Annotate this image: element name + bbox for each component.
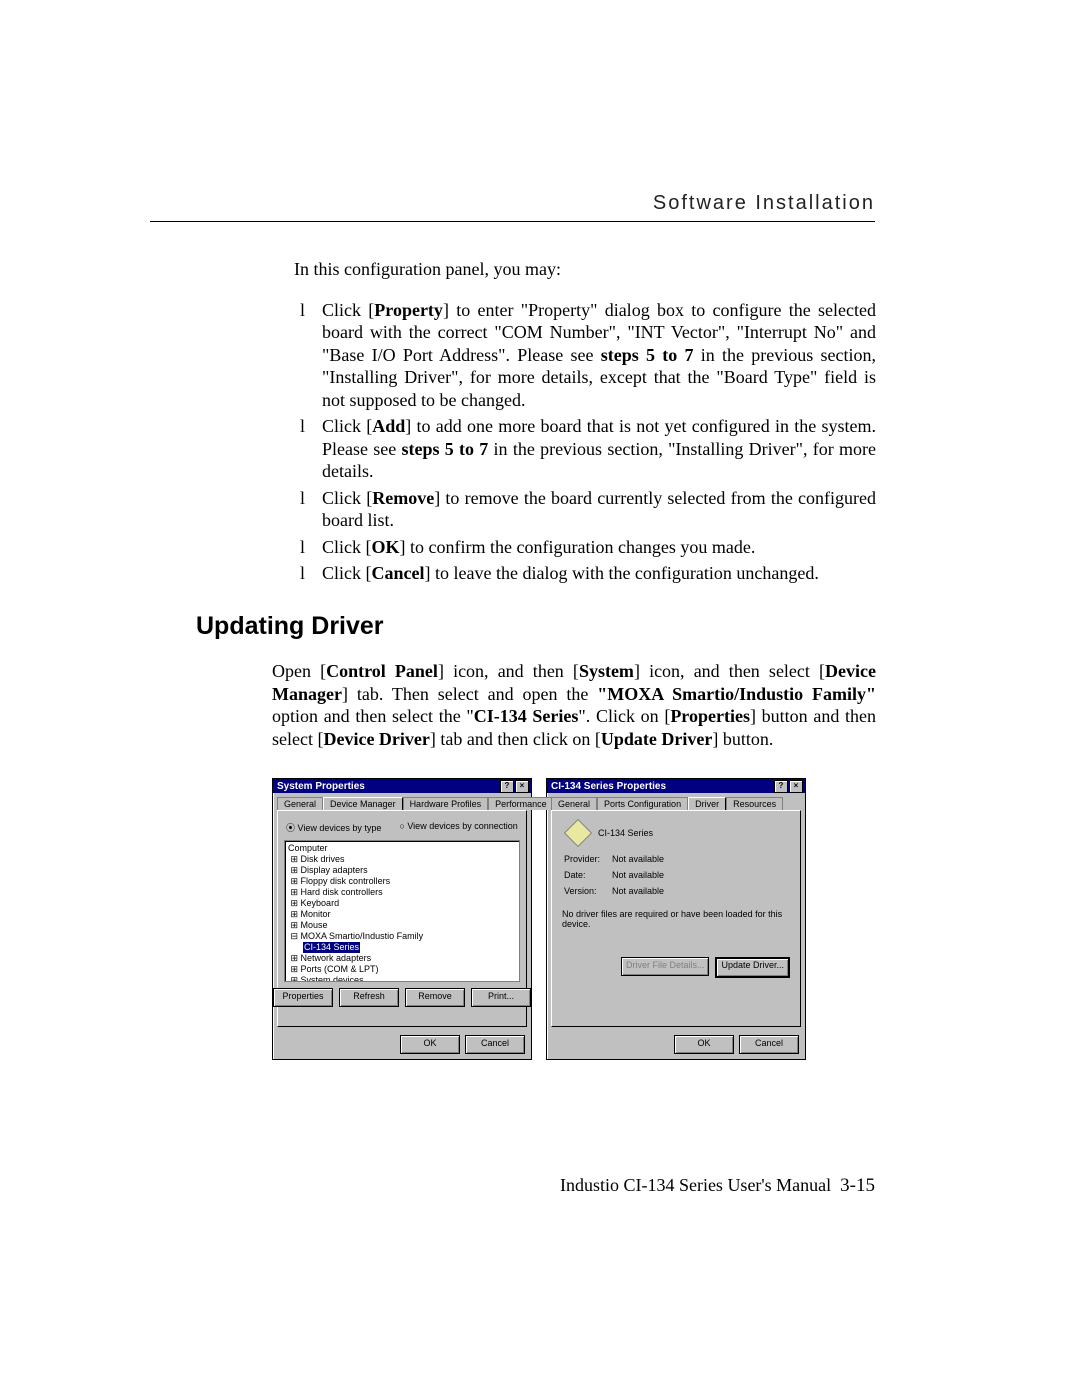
driver-buttons: Driver File Details... Update Driver...	[558, 957, 794, 982]
tab-general[interactable]: General	[277, 797, 323, 810]
print--button[interactable]: Print...	[471, 988, 531, 1007]
properties-button[interactable]: Properties	[273, 988, 333, 1007]
radio-by-type[interactable]: View devices by type	[286, 821, 381, 834]
tree-item[interactable]: ⊞ Ports (COM & LPT)	[288, 964, 516, 975]
tree-item[interactable]: ⊞ System devices	[288, 975, 516, 982]
dialog-bottom-buttons: OK Cancel	[547, 1031, 805, 1059]
ok-button[interactable]: OK	[674, 1035, 734, 1054]
tab-ports-configuration[interactable]: Ports Configuration	[597, 797, 688, 810]
tree-item[interactable]: ⊟ MOXA Smartio/Industio Family	[288, 931, 516, 942]
view-mode-radios[interactable]: View devices by type View devices by con…	[286, 821, 518, 834]
header-rule	[150, 221, 875, 222]
tab-bar: GeneralPorts ConfigurationDriverResource…	[547, 793, 805, 810]
ci134-properties-dialog: CI-134 Series Properties ? × GeneralPort…	[546, 778, 806, 1060]
close-button[interactable]: ×	[789, 780, 803, 793]
update-driver-button[interactable]: Update Driver...	[715, 957, 790, 978]
device-header: CI-134 Series	[558, 817, 794, 851]
list-item: Click [Cancel] to leave the dialog with …	[294, 562, 876, 585]
tree-item[interactable]: ⊞ Mouse	[288, 920, 516, 931]
remove-button[interactable]: Remove	[405, 988, 465, 1007]
tree-item[interactable]: ⊞ Keyboard	[288, 898, 516, 909]
tree-item[interactable]: ⊞ Floppy disk controllers	[288, 876, 516, 887]
device-icon	[564, 819, 592, 847]
tab-panel: CI-134 Series Provider:Not availableDate…	[551, 810, 801, 1027]
system-properties-dialog: System Properties ? × GeneralDevice Mana…	[272, 778, 532, 1060]
window-title: System Properties	[277, 781, 365, 792]
titlebar[interactable]: CI-134 Series Properties ? ×	[547, 779, 805, 793]
ok-button[interactable]: OK	[400, 1035, 460, 1054]
body-content: In this configuration panel, you may: Cl…	[294, 258, 876, 589]
field-row: Date:Not available	[564, 867, 794, 883]
tree-item[interactable]: ⊞ Disk drives	[288, 854, 516, 865]
cancel-button[interactable]: Cancel	[465, 1035, 525, 1054]
titlebar[interactable]: System Properties ? ×	[273, 779, 531, 793]
window-title: CI-134 Series Properties	[551, 781, 666, 792]
driver-file-details-button: Driver File Details...	[621, 957, 710, 976]
radio-by-connection[interactable]: View devices by connection	[399, 821, 517, 834]
tab-hardware-profiles[interactable]: Hardware Profiles	[403, 797, 489, 810]
list-item: Click [OK] to confirm the configuration …	[294, 536, 876, 559]
device-name: CI-134 Series	[598, 828, 653, 838]
tree-item[interactable]: ⊞ Display adapters	[288, 865, 516, 876]
tab-general[interactable]: General	[551, 797, 597, 810]
section-heading: Updating Driver	[196, 612, 384, 641]
driver-fields: Provider:Not availableDate:Not available…	[558, 851, 794, 899]
header-title: Software Installation	[653, 192, 875, 214]
cancel-button[interactable]: Cancel	[739, 1035, 799, 1054]
intro-text: In this configuration panel, you may:	[294, 258, 876, 281]
dialog-bottom-buttons: OK Cancel	[273, 1031, 531, 1059]
page-number: 3-15	[840, 1175, 875, 1196]
footer-text: Industio CI-134 Series User's Manual	[560, 1175, 831, 1195]
dialog-screenshots: System Properties ? × GeneralDevice Mana…	[272, 778, 806, 1060]
tab-bar: GeneralDevice ManagerHardware ProfilesPe…	[273, 793, 531, 810]
field-row: Version:Not available	[564, 883, 794, 899]
help-button[interactable]: ?	[500, 780, 514, 793]
tab-panel: View devices by type View devices by con…	[277, 810, 527, 1027]
tab-resources[interactable]: Resources	[726, 797, 783, 810]
tree-item[interactable]: ⊞ Network adapters	[288, 953, 516, 964]
field-row: Provider:Not available	[564, 851, 794, 867]
device-tree[interactable]: Computer ⊞ Disk drives ⊞ Display adapter…	[284, 840, 520, 982]
list-item: Click [Add] to add one more board that i…	[294, 415, 876, 483]
refresh-button[interactable]: Refresh	[339, 988, 399, 1007]
help-button[interactable]: ?	[774, 780, 788, 793]
page-footer: Industio CI-134 Series User's Manual 3-1…	[560, 1175, 875, 1197]
tab-device-manager[interactable]: Device Manager	[323, 797, 403, 810]
tab-performance[interactable]: Performance	[488, 797, 554, 810]
tree-item-selected[interactable]: CI-134 Series	[288, 942, 516, 953]
page-header: Software Installation	[150, 192, 875, 230]
tree-item[interactable]: ⊞ Monitor	[288, 909, 516, 920]
bullet-list: Click [Property] to enter "Property" dia…	[294, 299, 876, 585]
tree-item[interactable]: ⊞ Hard disk controllers	[288, 887, 516, 898]
list-item: Click [Property] to enter "Property" dia…	[294, 299, 876, 412]
list-item: Click [Remove] to remove the board curre…	[294, 487, 876, 532]
close-button[interactable]: ×	[515, 780, 529, 793]
tree-item[interactable]: Computer	[288, 843, 516, 854]
dialog-buttons: PropertiesRefreshRemovePrint...	[284, 982, 520, 1009]
tab-driver[interactable]: Driver	[688, 797, 726, 810]
section-body: Open [Control Panel] icon, and then [Sys…	[272, 660, 876, 750]
driver-note: No driver files are required or have bee…	[558, 899, 794, 957]
